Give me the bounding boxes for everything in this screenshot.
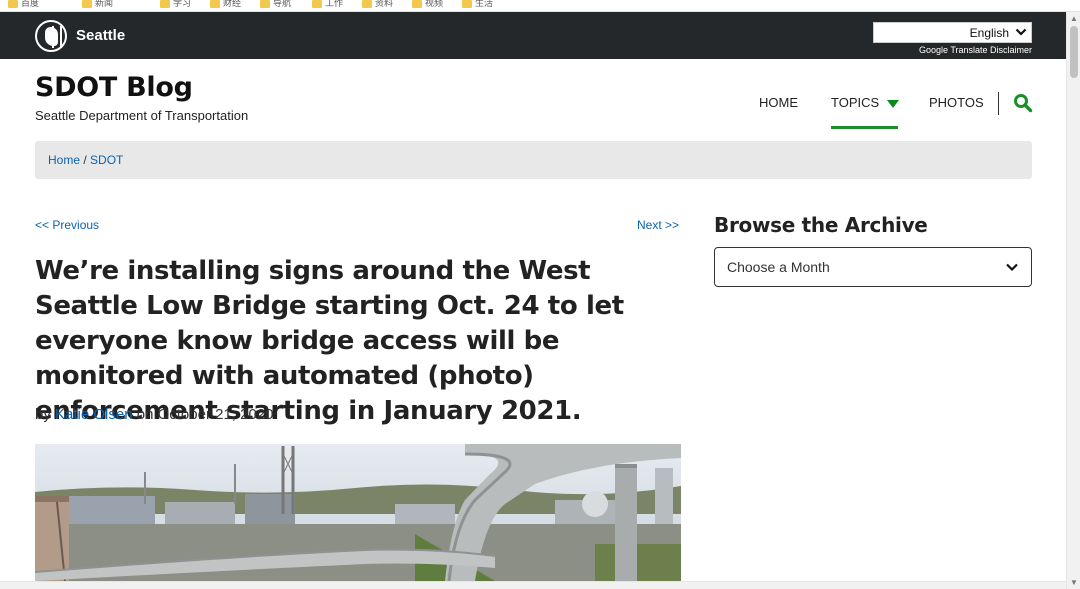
site-title[interactable]: SDOT Blog <box>35 72 193 103</box>
scroll-up-arrow-icon[interactable]: ▲ <box>1070 14 1078 23</box>
bookmark-item[interactable]: 工作 <box>312 0 343 9</box>
byline-on: on <box>136 406 154 423</box>
search-button[interactable] <box>1013 93 1033 113</box>
next-post-link[interactable]: Next >> <box>637 218 679 232</box>
nav-photos[interactable]: PHOTOS <box>929 95 984 110</box>
bookmark-item[interactable]: 视频 <box>412 0 443 9</box>
city-name[interactable]: Seattle <box>76 27 125 44</box>
bookmark-item[interactable]: 财经 <box>210 0 241 9</box>
nav-home[interactable]: HOME <box>759 95 798 110</box>
nav-topics-label: TOPICS <box>831 95 880 110</box>
bookmark-item[interactable]: 百度 <box>8 0 39 9</box>
chevron-down-icon <box>1005 260 1019 274</box>
vertical-scrollbar[interactable]: ▲ ▼ <box>1066 12 1080 589</box>
seattle-logo-icon[interactable] <box>35 20 67 52</box>
post-date: October 21, 2020 <box>157 406 274 423</box>
bookmark-item[interactable]: 生活 <box>462 0 493 9</box>
nav-topics[interactable]: TOPICS <box>831 95 900 110</box>
caret-down-icon <box>887 99 900 108</box>
search-icon <box>1014 94 1033 113</box>
breadcrumb-separator: / <box>80 153 91 167</box>
bookmark-item[interactable]: 学习 <box>160 0 191 9</box>
language-select[interactable]: English <box>873 22 1032 43</box>
site-subtitle: Seattle Department of Transportation <box>35 108 249 123</box>
active-nav-underline <box>831 126 898 129</box>
archive-month-select-value: Choose a Month <box>727 259 830 275</box>
translate-disclaimer-link[interactable]: Google Translate Disclaimer <box>919 45 1032 55</box>
breadcrumb-home-link[interactable]: Home <box>48 153 80 167</box>
city-top-bar: Seattle English Google Translate Disclai… <box>0 12 1066 59</box>
bookmark-item[interactable]: 新闻 <box>82 0 113 9</box>
archive-month-select[interactable]: Choose a Month <box>714 247 1032 287</box>
breadcrumb: Home / SDOT <box>35 141 1032 179</box>
bookmarks-bar: 百度 新闻 学习 财经 导航 工作 资料 视频 生活 <box>0 0 1080 12</box>
archive-heading: Browse the Archive <box>714 213 928 237</box>
bookmark-item[interactable]: 导航 <box>260 0 291 9</box>
post-title: We’re installing signs around the West S… <box>35 256 624 426</box>
horizontal-scrollbar[interactable] <box>0 581 1066 589</box>
byline-by: by <box>35 406 51 423</box>
chevron-down-icon <box>1015 26 1027 41</box>
language-select-value: English <box>969 26 1009 40</box>
scroll-down-arrow-icon[interactable]: ▼ <box>1070 578 1078 587</box>
bookmark-item[interactable]: 资料 <box>362 0 393 9</box>
scroll-thumb[interactable] <box>1070 26 1078 78</box>
nav-divider <box>998 92 999 115</box>
post-byline: by Katie Olsen on October 21, 2020 <box>35 406 274 423</box>
breadcrumb-current-link[interactable]: SDOT <box>90 153 123 167</box>
author-link[interactable]: Katie Olsen <box>55 406 133 423</box>
post-photo <box>35 444 681 581</box>
previous-post-link[interactable]: << Previous <box>35 218 99 232</box>
